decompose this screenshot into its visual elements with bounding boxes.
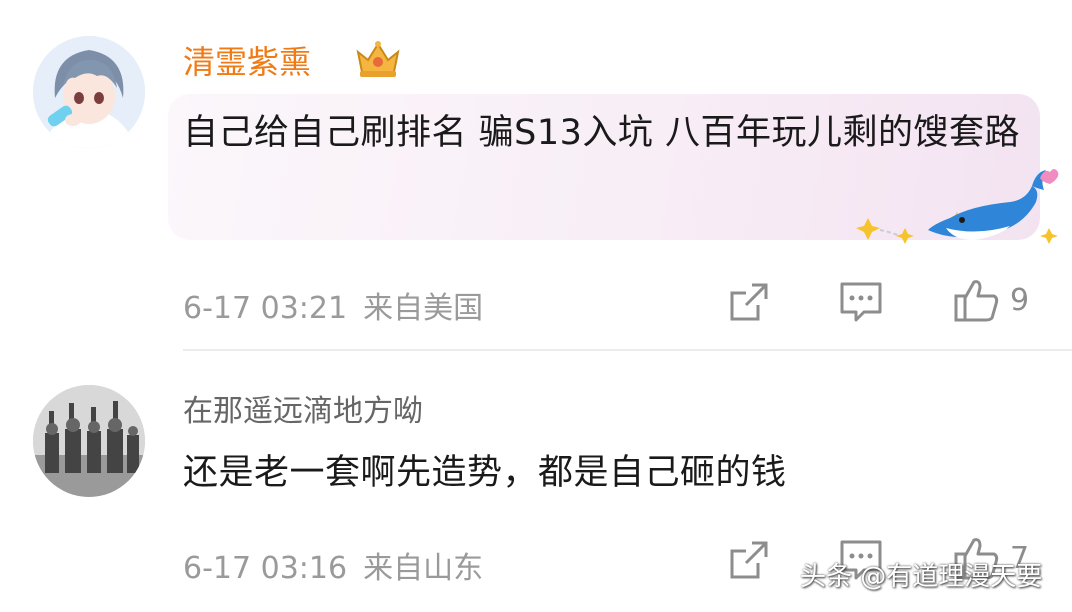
timestamp: 6-17 03:21 (183, 291, 348, 326)
comment-icon (840, 282, 882, 322)
location: 来自山东 (363, 551, 484, 586)
thumbs-up-icon (954, 280, 999, 322)
share-icon (730, 541, 768, 579)
comment-text: 还是老一套啊先造势，都是自己砸的钱 (183, 453, 787, 493)
comment-meta: 6-17 03:21 来自美国 (183, 283, 483, 327)
crown-badge-icon (352, 38, 404, 80)
divider (183, 349, 1072, 351)
watermark: 头条 @有道理漫天要 (800, 562, 1043, 592)
username[interactable]: 在那遥远滴地方呦 (183, 386, 423, 430)
comment-item: 清霊紫熏 自己给自己刷排名 骗S13入坑 八百年玩儿剩的馊套路 6-17 03:… (0, 0, 1072, 350)
avatar[interactable] (33, 385, 145, 497)
comment-text: 自己给自己刷排名 骗S13入坑 八百年玩儿剩的馊套路 (183, 113, 1021, 153)
share-button[interactable] (728, 536, 770, 584)
comment-meta: 6-17 03:16 来自山东 (183, 543, 483, 587)
like-button[interactable]: 9 (952, 276, 1029, 324)
avatar[interactable] (33, 36, 145, 148)
location: 来自美国 (363, 291, 484, 326)
share-icon (730, 283, 768, 321)
share-button[interactable] (728, 278, 770, 326)
username[interactable]: 清霊紫熏 (183, 37, 311, 83)
whale-sticker-icon (850, 160, 1062, 256)
like-count: 9 (1010, 282, 1030, 318)
timestamp: 6-17 03:16 (183, 551, 348, 586)
reply-button[interactable] (838, 278, 884, 326)
